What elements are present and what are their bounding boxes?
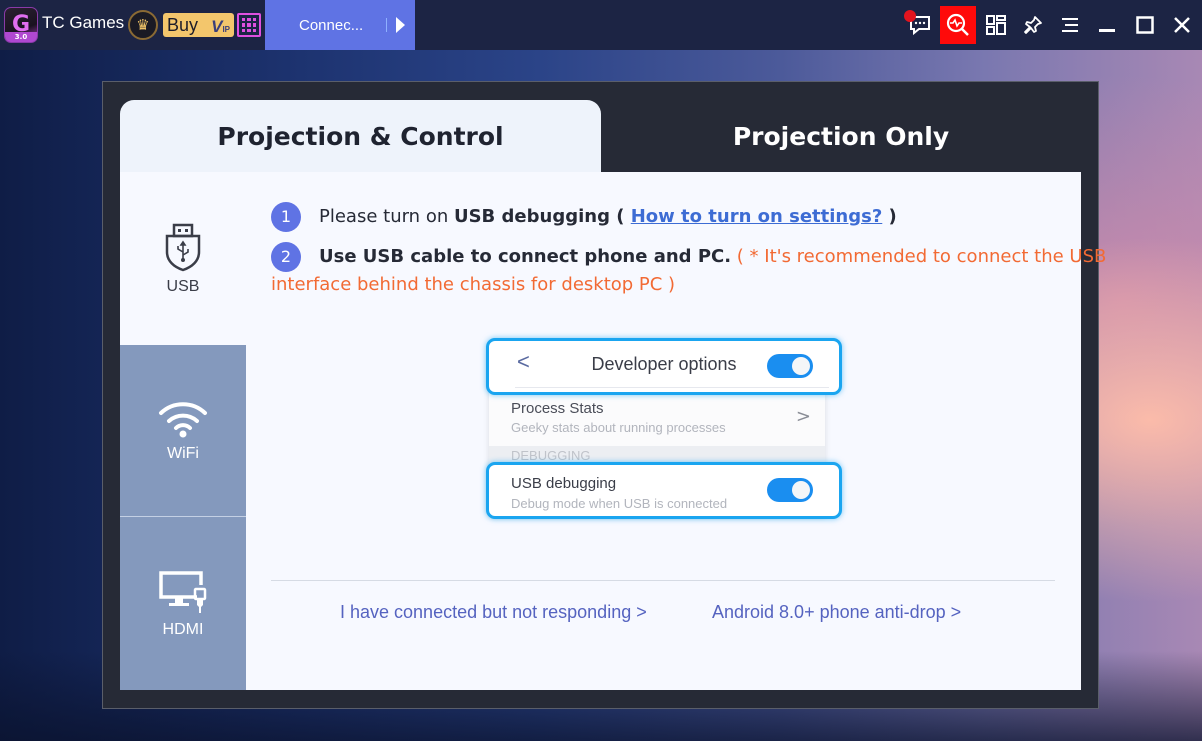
- step-2-note-continued: interface behind the chassis for desktop…: [271, 274, 676, 295]
- step-1: 1 Please turn on USB debugging ( How to t…: [271, 202, 897, 232]
- paren-close: ): [882, 206, 897, 227]
- chat-notification-button[interactable]: [902, 6, 938, 44]
- close-button[interactable]: [1164, 6, 1200, 44]
- sidebar-item-usb[interactable]: USB: [120, 172, 246, 345]
- title-bar: G 3.0 TC Games ♛ Buy VIP Connec...: [0, 0, 1202, 50]
- tab-label: Projection & Control: [217, 121, 504, 151]
- not-responding-link[interactable]: I have connected but not responding >: [340, 602, 647, 623]
- chevron-right-icon: >: [795, 406, 811, 427]
- how-to-settings-link[interactable]: How to turn on settings?: [631, 206, 883, 227]
- connect-tab[interactable]: Connec...: [265, 0, 415, 50]
- maximize-button[interactable]: [1127, 6, 1163, 44]
- step-2: 2 Use USB cable to connect phone and PC. …: [271, 242, 1106, 272]
- tab-projection-only[interactable]: Projection Only: [601, 100, 1081, 172]
- app-title: TC Games: [42, 13, 125, 32]
- debugging-header: DEBUGGING: [511, 448, 591, 463]
- connection-type-sidebar: USB WiFi HDMI: [120, 172, 246, 690]
- layout-grid-button[interactable]: [978, 6, 1014, 44]
- performance-monitor-button[interactable]: [940, 6, 976, 44]
- step-number-badge: 1: [271, 202, 301, 232]
- developer-options-illustration: Process Stats Geeky stats about running …: [471, 330, 847, 530]
- connection-dialog: Projection & Control Projection Only USB: [102, 81, 1106, 709]
- performance-monitor-icon: [946, 13, 969, 36]
- calendar-icon[interactable]: [237, 13, 261, 37]
- maximize-icon: [1136, 16, 1154, 34]
- menu-icon: [1062, 18, 1078, 32]
- connect-tab-label: Connec...: [299, 16, 364, 34]
- usb-debugging-highlight: USB debugging Debug mode when USB is con…: [486, 462, 842, 519]
- hdmi-monitor-icon: [159, 570, 207, 613]
- tab-projection-control[interactable]: Projection & Control: [120, 100, 601, 172]
- buy-vip-button[interactable]: Buy VIP: [163, 13, 234, 37]
- divider: [271, 580, 1055, 581]
- paren-open: (: [609, 206, 631, 227]
- usb-debugging-toggle: [767, 478, 813, 502]
- step-number-badge: 2: [271, 242, 301, 272]
- layout-grid-icon: [986, 15, 1006, 35]
- step-1-bold: USB debugging: [453, 206, 610, 227]
- buy-label: Buy: [167, 15, 199, 35]
- step-2-note: ( * It's recommended to connect the USB: [731, 246, 1107, 267]
- usb-debugging-title: USB debugging: [511, 475, 617, 492]
- tab-separator: [386, 18, 387, 32]
- vip-crown-icon[interactable]: ♛: [128, 10, 158, 40]
- divider: [515, 387, 829, 388]
- developer-options-toggle: [767, 354, 813, 378]
- pin-icon: [1024, 16, 1042, 34]
- logo-version: 3.0: [5, 32, 37, 42]
- tab-content: USB WiFi HDMI 1 Please turn on USB debug…: [120, 172, 1106, 690]
- app-logo: G 3.0: [4, 7, 38, 43]
- sidebar-item-hdmi[interactable]: HDMI: [120, 517, 246, 690]
- pin-button[interactable]: [1015, 6, 1051, 44]
- sidebar-label-wifi: WiFi: [167, 444, 199, 462]
- menu-button[interactable]: [1052, 6, 1088, 44]
- usb-instructions: 1 Please turn on USB debugging ( How to t…: [246, 172, 1106, 690]
- step-2-bold: Use USB cable to connect phone and PC.: [319, 246, 732, 267]
- vip-logo: VIP: [211, 17, 230, 36]
- developer-options-highlight: < Developer options: [486, 338, 842, 395]
- minimize-button[interactable]: [1089, 6, 1125, 44]
- anti-drop-link[interactable]: Android 8.0+ phone anti-drop >: [712, 602, 961, 623]
- usb-debugging-subtitle: Debug mode when USB is connected: [511, 496, 728, 511]
- sidebar-item-wifi[interactable]: WiFi: [120, 345, 246, 517]
- usb-icon: [165, 223, 201, 271]
- wifi-icon: [159, 401, 207, 437]
- sidebar-label-usb: USB: [166, 277, 200, 295]
- process-stats-title: Process Stats: [511, 400, 604, 417]
- step-1-text: Please turn on: [319, 206, 454, 227]
- process-stats-subtitle: Geeky stats about running processes: [511, 420, 726, 435]
- sidebar-label-hdmi: HDMI: [162, 620, 204, 638]
- play-arrow-icon: [396, 17, 405, 33]
- tab-label: Projection Only: [732, 121, 950, 151]
- notification-dot: [904, 10, 916, 22]
- minimize-icon: [1099, 29, 1115, 32]
- close-icon: [1174, 17, 1190, 33]
